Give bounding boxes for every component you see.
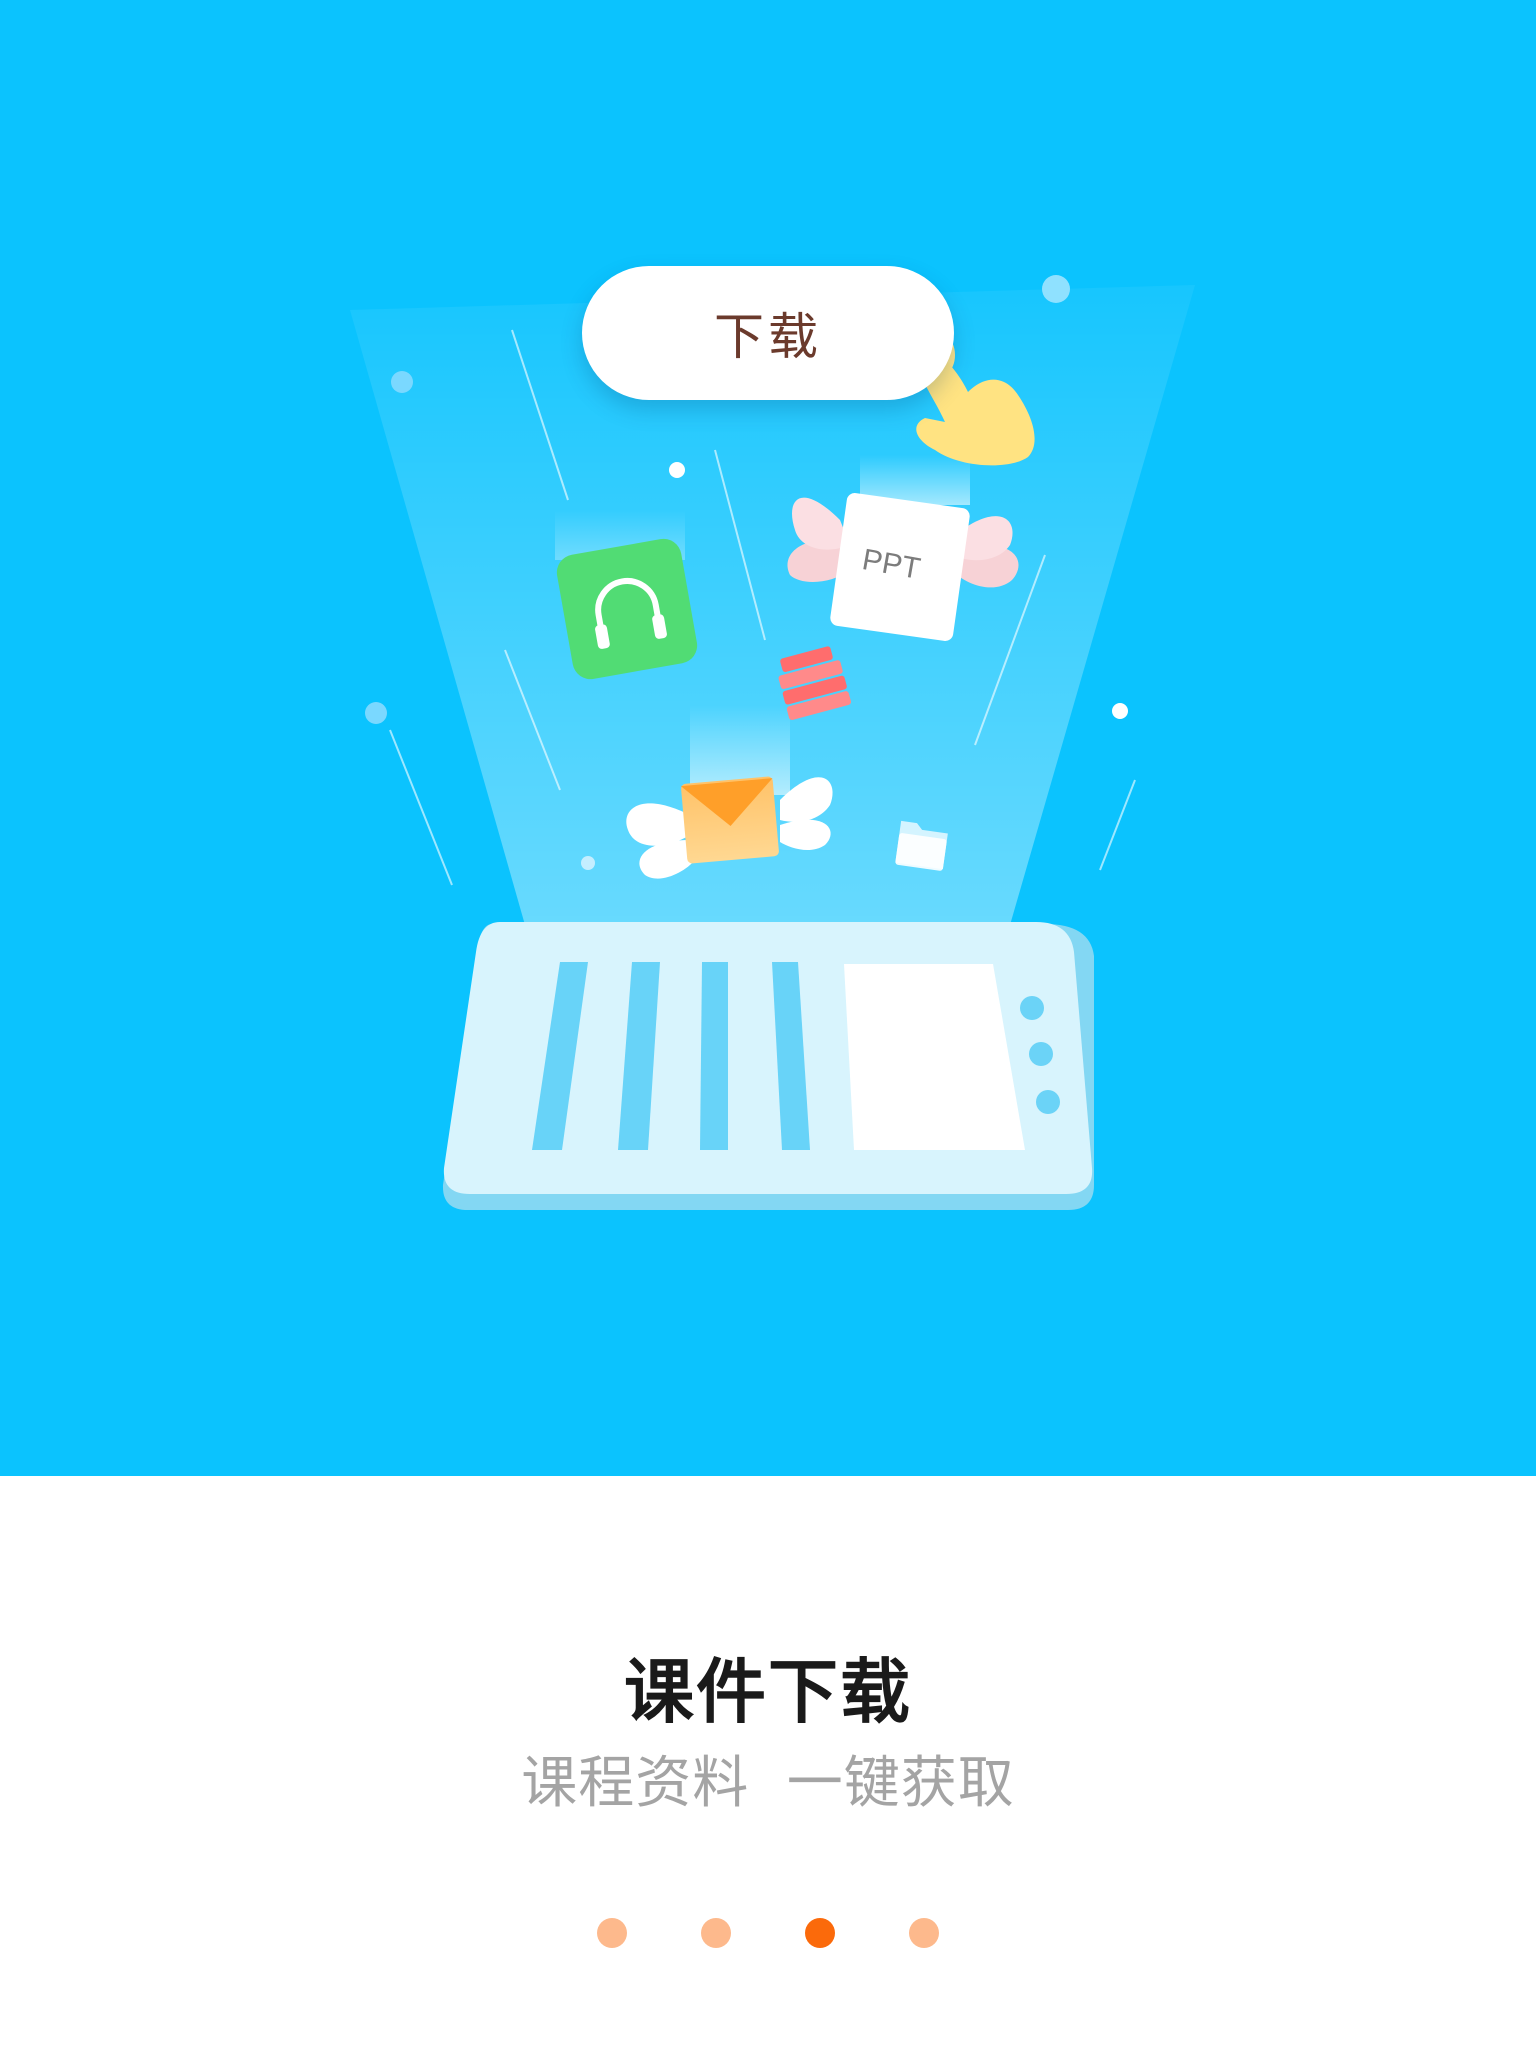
page-indicator-2[interactable] [701,1918,731,1948]
page-indicator-3[interactable] [805,1918,835,1948]
pagination-dots [0,1918,1536,1948]
hero-artwork [350,275,1195,1210]
tablet-device-icon [442,922,1094,1210]
page-indicator-4[interactable] [909,1918,939,1948]
download-button[interactable]: 下载 [582,266,954,400]
page-indicator-1[interactable] [597,1918,627,1948]
page-subtitle: 课程资料 一键获取 [521,1751,1015,1816]
hero-illustration: 下载 PPT [0,0,1536,1476]
page-title: 课件下载 [624,1651,912,1733]
headphones-icon [556,538,698,680]
